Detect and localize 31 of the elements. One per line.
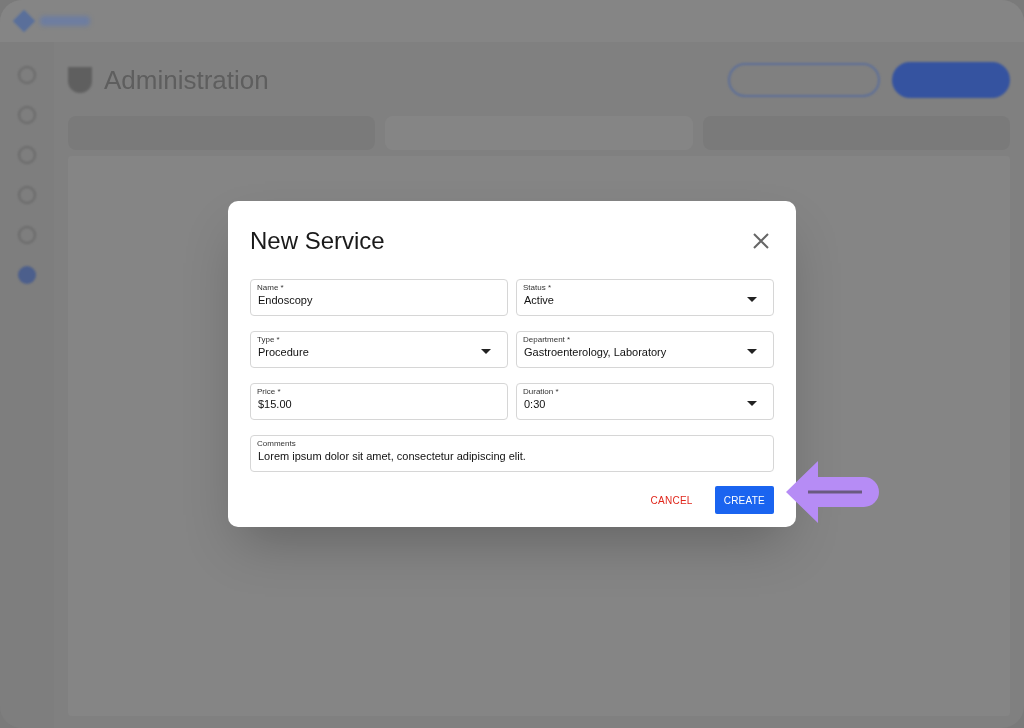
field-value: Gastroenterology, Laboratory — [524, 345, 668, 361]
dropdown-caret-icon — [481, 349, 491, 354]
dialog-title: New Service — [250, 226, 385, 256]
shield-icon — [68, 67, 92, 93]
field-label: Type * — [257, 334, 280, 346]
select-field[interactable]: Type * Procedure — [250, 331, 508, 368]
field-label: Name * — [257, 282, 284, 294]
select-field[interactable]: Department * Gastroenterology, Laboratory — [516, 331, 774, 368]
select-field[interactable]: Duration * 0:30 — [516, 383, 774, 420]
field-value: $15.00 — [258, 397, 293, 413]
dropdown-caret-icon — [747, 349, 757, 354]
field-label: Status * — [523, 282, 551, 294]
field-value: Active — [524, 293, 555, 309]
dropdown-caret-icon — [747, 297, 757, 302]
close-icon[interactable] — [752, 232, 770, 250]
field-label: Price * — [257, 386, 281, 398]
field-value: Endoscopy — [258, 293, 314, 309]
create-button[interactable]: CREATE — [714, 486, 774, 514]
field-value: Procedure — [258, 345, 310, 361]
field-label: Department * — [523, 334, 571, 346]
cancel-button[interactable]: CANCEL — [644, 486, 699, 514]
field-value: Lorem ipsum dolor sit amet, consectetur adipiscing elit. — [258, 449, 527, 465]
input-field[interactable]: Price * $15.00 — [250, 383, 508, 420]
sidebar-icon — [18, 266, 36, 284]
select-field[interactable]: Status * Active — [516, 279, 774, 316]
input-field[interactable]: Comments Lorem ipsum dolor sit amet, consectetur adipiscing elit. — [250, 435, 774, 472]
input-field[interactable]: Name * Endoscopy — [250, 279, 508, 316]
field-label: Duration * — [523, 386, 559, 398]
dropdown-caret-icon — [747, 401, 757, 406]
field-value: 0:30 — [524, 397, 547, 413]
field-label: Comments — [257, 438, 296, 450]
